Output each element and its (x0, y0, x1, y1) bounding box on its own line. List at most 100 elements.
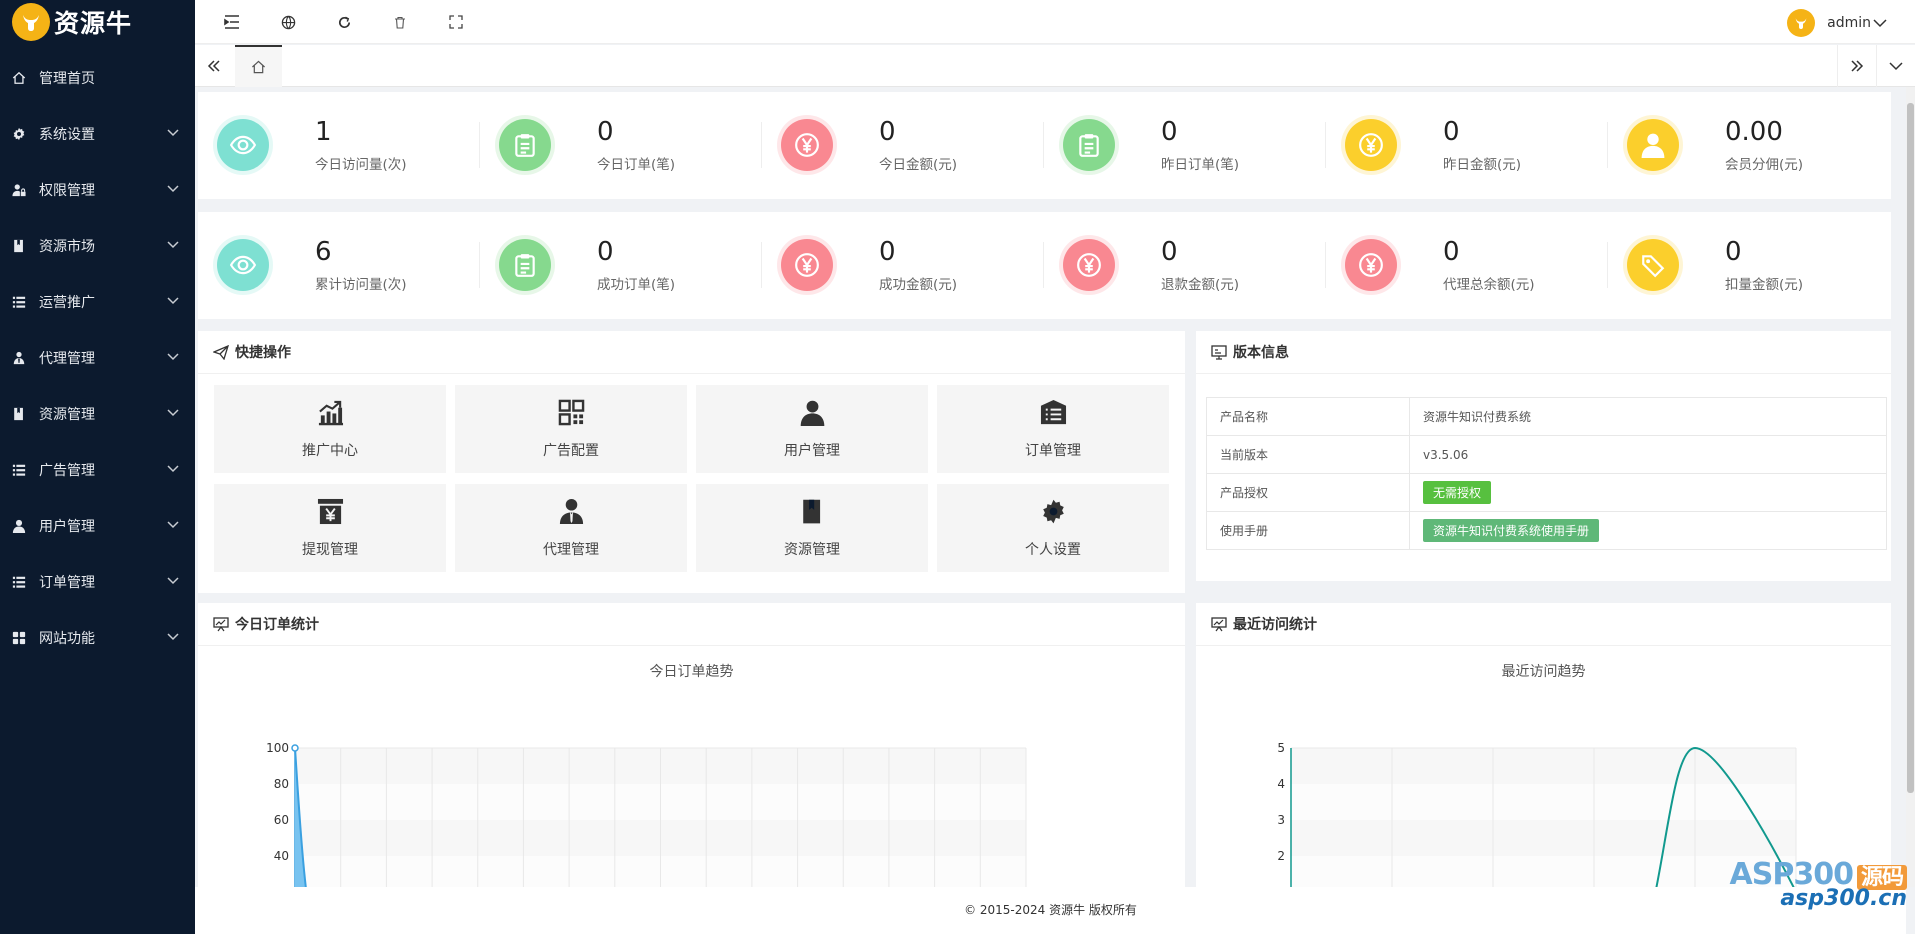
version-row: 产品名称 资源牛知识付费系统 (1206, 397, 1887, 436)
sidebar-item-label: 权限管理 (39, 183, 95, 199)
version-value: v3.5.06 (1423, 447, 1469, 462)
grid-icon (11, 630, 27, 646)
sidebar-item[interactable]: 订单管理 (0, 554, 195, 610)
quick-action-button[interactable]: 资源管理 (696, 484, 928, 572)
book-icon (799, 498, 826, 529)
sidebar-item[interactable]: 管理首页 (0, 50, 195, 106)
fullscreen-icon[interactable] (447, 13, 465, 31)
sidebar-item[interactable]: 网站功能 (0, 610, 195, 666)
sidebar-item[interactable]: 系统设置 (0, 106, 195, 162)
yen-icon (781, 239, 833, 291)
tab-home[interactable] (235, 45, 282, 87)
yen-icon (781, 119, 833, 171)
quick-action-button[interactable]: 用户管理 (696, 385, 928, 473)
tab-menu-chevron-icon[interactable] (1876, 45, 1914, 87)
stat-card: 0 今日订单(笔) (480, 92, 762, 199)
quick-action-label: 广告配置 (543, 442, 599, 459)
quick-action-label: 个人设置 (1025, 541, 1081, 558)
monitor-icon (1211, 344, 1227, 360)
sidebar-item[interactable]: 资源管理 (0, 386, 195, 442)
sidebar-item[interactable]: 代理管理 (0, 330, 195, 386)
stat-card: 0 扣量金额(元) (1608, 212, 1890, 319)
quick-action-label: 代理管理 (543, 541, 599, 558)
sidebar-item-label: 运营推广 (39, 295, 95, 311)
stat-label: 昨日金额(元) (1443, 157, 1522, 173)
scrollbar-thumb[interactable] (1907, 103, 1914, 793)
book-icon (11, 238, 27, 254)
stat-value: 0 (597, 237, 614, 267)
stat-card: 0 成功订单(笔) (480, 212, 762, 319)
paper-plane-icon (213, 344, 229, 360)
chevron-down-icon (167, 349, 179, 365)
version-value-cell: 无需授权 (1409, 473, 1887, 512)
sidebar-item-label: 系统设置 (39, 127, 95, 143)
logo[interactable]: 资源牛 (0, 0, 195, 44)
quick-action-label: 资源管理 (784, 541, 840, 558)
version-key: 当前版本 (1206, 435, 1410, 474)
visits-chart-title: 最近访问统计 (1233, 617, 1317, 633)
list-icon (11, 462, 27, 478)
y-tick-label: 60 (274, 813, 289, 827)
stat-value: 0 (1161, 117, 1178, 147)
quick-action-button[interactable]: 提现管理 (214, 484, 446, 572)
stat-card: 6 累计访问量(次) (198, 212, 480, 319)
sidebar-item[interactable]: 广告管理 (0, 442, 195, 498)
sidebar-item-label: 资源管理 (39, 407, 95, 423)
chevron-down-icon (167, 405, 179, 421)
quick-action-label: 推广中心 (302, 442, 358, 459)
tab-scroll-left-icon[interactable] (195, 45, 233, 87)
tab-scroll-right-icon[interactable] (1837, 45, 1875, 87)
visits-chart-header: 最近访问统计 (1196, 603, 1891, 646)
scrollbar[interactable] (1906, 87, 1915, 887)
watermark: ASP300 源码 asp300.cn (1730, 857, 1907, 911)
stat-value: 0 (1443, 237, 1460, 267)
grid-band (1291, 784, 1796, 820)
sidebar-item[interactable]: 资源市场 (0, 218, 195, 274)
quick-action-button[interactable]: 推广中心 (214, 385, 446, 473)
stat-value: 0 (1725, 237, 1742, 267)
menu-fold-icon[interactable] (223, 13, 241, 31)
sidebar-item[interactable]: 运营推广 (0, 274, 195, 330)
visits-chart-panel: 最近访问统计 最近访问趋势 54321 (1196, 603, 1891, 887)
stat-label: 成功金额(元) (879, 277, 958, 293)
sidebar-item[interactable]: 权限管理 (0, 162, 195, 218)
yen-icon (1063, 239, 1115, 291)
main-content: 1 今日访问量(次) 0 今日订单(笔) 0 今日金额(元) 0 昨日订单(笔)… (195, 87, 1906, 887)
version-key: 使用手册 (1206, 511, 1410, 550)
eye-icon (217, 119, 269, 171)
list-icon (11, 294, 27, 310)
refresh-icon[interactable] (335, 13, 353, 31)
quick-action-button[interactable]: 订单管理 (937, 385, 1169, 473)
manual-link-button[interactable]: 资源牛知识付费系统使用手册 (1423, 519, 1600, 542)
stat-card: 0 昨日金额(元) (1326, 92, 1608, 199)
y-tick-label: 80 (274, 777, 289, 791)
stat-label: 今日访问量(次) (315, 157, 407, 173)
stat-label: 昨日订单(笔) (1161, 157, 1240, 173)
stat-value: 0.00 (1725, 117, 1783, 147)
globe-icon[interactable] (279, 13, 297, 31)
version-key: 产品授权 (1206, 473, 1410, 512)
quick-action-button[interactable]: 广告配置 (455, 385, 687, 473)
trash-icon[interactable] (391, 13, 409, 31)
grid-band (1291, 856, 1796, 887)
stat-card: 0 代理总余额(元) (1326, 212, 1608, 319)
sidebar-item[interactable]: 用户管理 (0, 498, 195, 554)
y-tick-label: 40 (274, 849, 289, 863)
version-value-cell: 资源牛知识付费系统 (1409, 397, 1887, 436)
quick-action-button[interactable]: 个人设置 (937, 484, 1169, 572)
sidebar-item-label: 广告管理 (39, 463, 95, 479)
gear-icon (1040, 498, 1067, 529)
user-menu[interactable]: admin (1787, 9, 1887, 37)
clipboard-icon (499, 119, 551, 171)
stat-card: 0 成功金额(元) (762, 212, 1044, 319)
user-lock-icon (11, 182, 27, 198)
version-row: 使用手册 资源牛知识付费系统使用手册 (1206, 511, 1887, 550)
stat-card: 0 退款金额(元) (1044, 212, 1326, 319)
quick-action-button[interactable]: 代理管理 (455, 484, 687, 572)
version-key: 产品名称 (1206, 397, 1410, 436)
username: admin (1827, 15, 1871, 31)
top-header: admin (195, 0, 1915, 44)
qrcode-icon (558, 399, 585, 430)
stat-value: 0 (879, 117, 896, 147)
quick-action-label: 订单管理 (1025, 442, 1081, 459)
